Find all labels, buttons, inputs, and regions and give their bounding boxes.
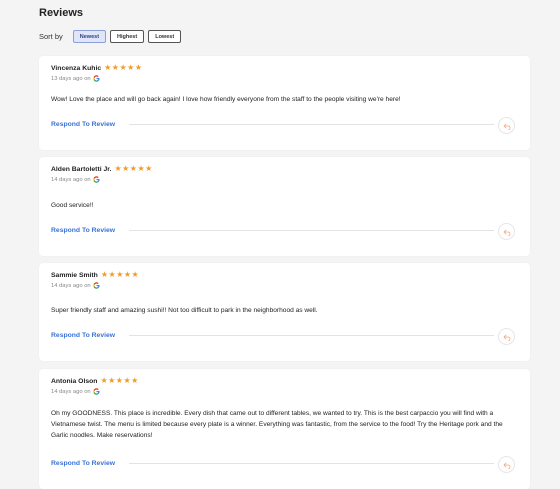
review-card: Vincenza Kuhic ★ ★ ★ ★ ★ 13 days ago on Wow!… (39, 56, 530, 150)
review-text: Oh my GOODNESS. This place is incredible… (51, 410, 503, 439)
star-rating: ★ ★ ★ ★ ★ (101, 271, 139, 279)
reviewer-header: Sammie Smith ★ ★ ★ ★ ★ (51, 271, 139, 279)
star-icon: ★ (122, 164, 130, 173)
divider (129, 463, 494, 464)
review-time: 14 days ago on (51, 388, 91, 395)
reply-icon (503, 123, 510, 130)
reply-button[interactable] (498, 223, 515, 240)
star-icon: ★ (115, 376, 123, 385)
sort-lowest-button[interactable]: Lowest (148, 30, 182, 43)
divider (129, 124, 494, 125)
respond-to-review-link[interactable]: Respond To Review (51, 460, 115, 467)
review-text: Super friendly staff and amazing sushi!!… (51, 307, 318, 314)
reviewer-name: Sammie Smith (51, 271, 98, 279)
reply-icon (503, 462, 510, 469)
review-card: Alden Bartoletti Jr. ★ ★ ★ ★ ★ 14 days ago o… (39, 157, 530, 256)
star-icon: ★ (100, 376, 108, 385)
reviewer-header: Antonia Olson ★ ★ ★ ★ ★ (51, 377, 138, 385)
star-icon: ★ (131, 270, 139, 279)
star-icon: ★ (127, 63, 135, 72)
review-text: Wow! Love the place and will go back aga… (51, 96, 401, 103)
reply-button[interactable] (498, 456, 515, 473)
review-card: Sammie Smith ★ ★ ★ ★ ★ 14 days ago on Super … (39, 263, 530, 361)
sort-highest-button[interactable]: Highest (110, 30, 145, 43)
reply-icon (503, 334, 510, 341)
review-card: Antonia Olson ★ ★ ★ ★ ★ 14 days ago on Oh my… (39, 369, 530, 489)
reviewer-name: Antonia Olson (51, 377, 98, 385)
star-icon: ★ (129, 164, 137, 173)
divider (129, 230, 494, 231)
review-text: Good service!! (51, 202, 94, 209)
review-meta: 14 days ago on (51, 176, 100, 183)
review-time: 13 days ago on (51, 75, 91, 82)
reviewer-header: Alden Bartoletti Jr. ★ ★ ★ ★ ★ (51, 165, 152, 173)
divider (129, 335, 494, 336)
star-icon: ★ (145, 164, 153, 173)
star-icon: ★ (134, 63, 142, 72)
sort-bar: Sort by Newest Highest Lowest (39, 30, 182, 43)
star-icon: ★ (114, 164, 122, 173)
star-icon: ★ (131, 376, 139, 385)
review-meta: 13 days ago on (51, 75, 100, 82)
reply-button[interactable] (498, 117, 515, 134)
reviewer-name: Vincenza Kuhic (51, 64, 102, 72)
respond-to-review-link[interactable]: Respond To Review (51, 121, 115, 128)
star-icon: ★ (111, 63, 119, 72)
star-icon: ★ (116, 270, 124, 279)
review-meta: 14 days ago on (51, 282, 100, 289)
star-icon: ★ (137, 164, 145, 173)
star-icon: ★ (108, 376, 116, 385)
star-icon: ★ (100, 270, 109, 279)
sort-newest-button[interactable]: Newest (72, 30, 107, 43)
google-icon (92, 282, 100, 289)
review-meta: 14 days ago on (51, 388, 100, 395)
google-icon (92, 75, 100, 82)
star-rating: ★ ★ ★ ★ ★ (104, 64, 142, 72)
google-icon (92, 388, 100, 395)
sort-label: Sort by (39, 32, 63, 41)
star-rating: ★ ★ ★ ★ ★ (114, 165, 152, 173)
star-icon: ★ (123, 270, 132, 279)
star-rating: ★ ★ ★ ★ ★ (100, 377, 138, 385)
reply-button[interactable] (498, 328, 515, 345)
reviewer-header: Vincenza Kuhic ★ ★ ★ ★ ★ (51, 64, 142, 72)
review-time: 14 days ago on (51, 282, 91, 289)
reviewer-name: Alden Bartoletti Jr. (51, 165, 112, 173)
respond-to-review-link[interactable]: Respond To Review (51, 227, 115, 234)
star-icon: ★ (119, 63, 127, 72)
page-title: Reviews (39, 7, 84, 19)
star-icon: ★ (104, 63, 112, 72)
reply-icon (503, 229, 510, 236)
respond-to-review-link[interactable]: Respond To Review (51, 332, 115, 339)
star-icon: ★ (123, 376, 131, 385)
google-icon (92, 176, 100, 183)
review-time: 14 days ago on (51, 176, 91, 183)
star-icon: ★ (108, 270, 116, 279)
